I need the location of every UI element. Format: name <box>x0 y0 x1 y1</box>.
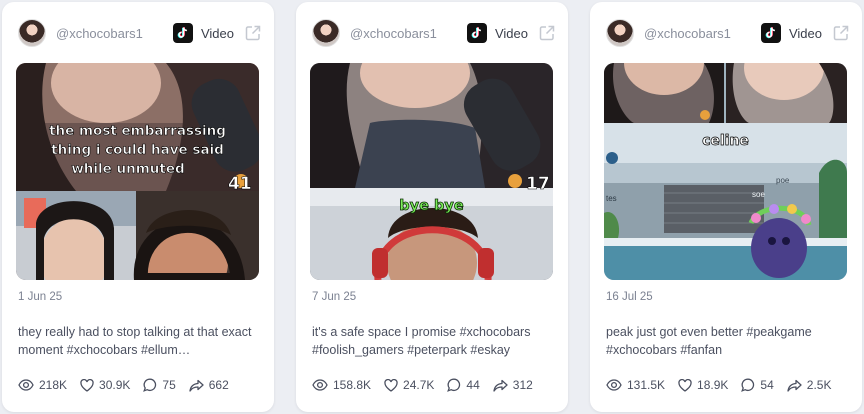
views-stat: 131.5K <box>606 378 665 392</box>
comment-icon <box>447 378 461 392</box>
eye-icon <box>312 379 328 391</box>
engagement-stats: 158.8K 24.7K 44 312 <box>312 378 546 392</box>
post-date: 16 Jul 25 <box>606 291 653 303</box>
comments-count: 44 <box>466 378 480 392</box>
eye-icon <box>606 379 622 391</box>
engagement-stats: 131.5K 18.9K 54 2.5K <box>606 378 844 392</box>
corner-count: 17 <box>526 174 550 194</box>
shares-count: 312 <box>512 378 533 392</box>
platform-label: Video <box>200 25 234 41</box>
tiktok-icon <box>760 23 781 43</box>
post-date: 7 Jun 25 <box>312 291 357 303</box>
shares-stat: 2.5K <box>787 378 832 392</box>
comments-stat: 54 <box>741 378 774 392</box>
overlay-text-line: the most embarrassing <box>49 123 226 139</box>
likes-stat: 30.9K <box>80 378 130 392</box>
likes-stat: 18.9K <box>678 378 728 392</box>
heart-icon <box>80 378 94 392</box>
avatar[interactable] <box>18 19 46 47</box>
likes-count: 30.9K <box>99 378 131 392</box>
card-header: @xchocobars1 Video <box>312 18 556 48</box>
shares-count: 662 <box>208 378 229 392</box>
shares-count: 2.5K <box>806 378 832 392</box>
post-caption: it's a safe space I promise #xchocobars … <box>312 325 531 357</box>
creator-handle[interactable]: @xchocobars1 <box>644 26 761 41</box>
shares-stat: 662 <box>189 378 229 392</box>
platform-label: Video <box>788 25 822 41</box>
tiktok-icon <box>466 23 487 43</box>
tiktok-icon <box>172 23 193 43</box>
views-stat: 218K <box>18 378 67 392</box>
likes-count: 18.9K <box>697 378 729 392</box>
post-date: 1 Jun 25 <box>18 291 63 303</box>
creator-handle[interactable]: @xchocobars1 <box>56 26 173 41</box>
video-thumbnail[interactable]: celine poe soe tes <box>604 63 847 280</box>
comments-stat: 44 <box>447 378 480 392</box>
game-label: poe <box>776 176 790 185</box>
views-stat: 158.8K <box>312 378 371 392</box>
external-link-icon[interactable] <box>244 24 262 42</box>
views-count: 158.8K <box>333 378 372 392</box>
comments-count: 75 <box>162 378 176 392</box>
video-card-grid: @xchocobars1 Video the most embarrassing… <box>0 0 864 414</box>
comment-icon <box>741 378 755 392</box>
platform-label: Video <box>494 25 528 41</box>
external-link-icon[interactable] <box>538 24 556 42</box>
video-card[interactable]: @xchocobars1 Video <box>296 2 568 412</box>
comments-count: 54 <box>760 378 774 392</box>
engagement-stats: 218K 30.9K 75 662 <box>18 378 242 392</box>
card-header: @xchocobars1 Video <box>18 18 262 48</box>
post-caption: peak just got even better #peakgame #xch… <box>606 325 812 357</box>
share-icon <box>787 379 802 392</box>
overlay-text-line: bye bye <box>399 198 464 214</box>
video-thumbnail[interactable]: bye bye 17 <box>310 63 553 280</box>
corner-count: 41 <box>228 174 252 194</box>
comments-stat: 75 <box>143 378 176 392</box>
likes-count: 24.7K <box>403 378 435 392</box>
creator-handle[interactable]: @xchocobars1 <box>350 26 467 41</box>
avatar[interactable] <box>606 19 634 47</box>
video-card[interactable]: @xchocobars1 Video <box>2 2 274 412</box>
views-count: 218K <box>39 378 68 392</box>
shares-stat: 312 <box>493 378 533 392</box>
overlay-text-line: thing i could have said <box>51 142 224 158</box>
views-count: 131.5K <box>627 378 666 392</box>
share-icon <box>189 379 204 392</box>
heart-icon <box>384 378 398 392</box>
eye-icon <box>18 379 34 391</box>
video-thumbnail[interactable]: the most embarrassing thing i could have… <box>16 63 259 280</box>
card-header: @xchocobars1 Video <box>606 18 850 48</box>
game-label: soe <box>752 190 765 199</box>
video-card[interactable]: @xchocobars1 Video <box>590 2 862 412</box>
comment-icon <box>143 378 157 392</box>
overlay-text-line: celine <box>702 133 749 149</box>
post-caption: they really had to stop talking at that … <box>18 325 252 357</box>
likes-stat: 24.7K <box>384 378 434 392</box>
game-label: tes <box>606 194 617 203</box>
overlay-text-line: while unmuted <box>71 161 184 177</box>
external-link-icon[interactable] <box>832 24 850 42</box>
avatar[interactable] <box>312 19 340 47</box>
share-icon <box>493 379 508 392</box>
heart-icon <box>678 378 692 392</box>
